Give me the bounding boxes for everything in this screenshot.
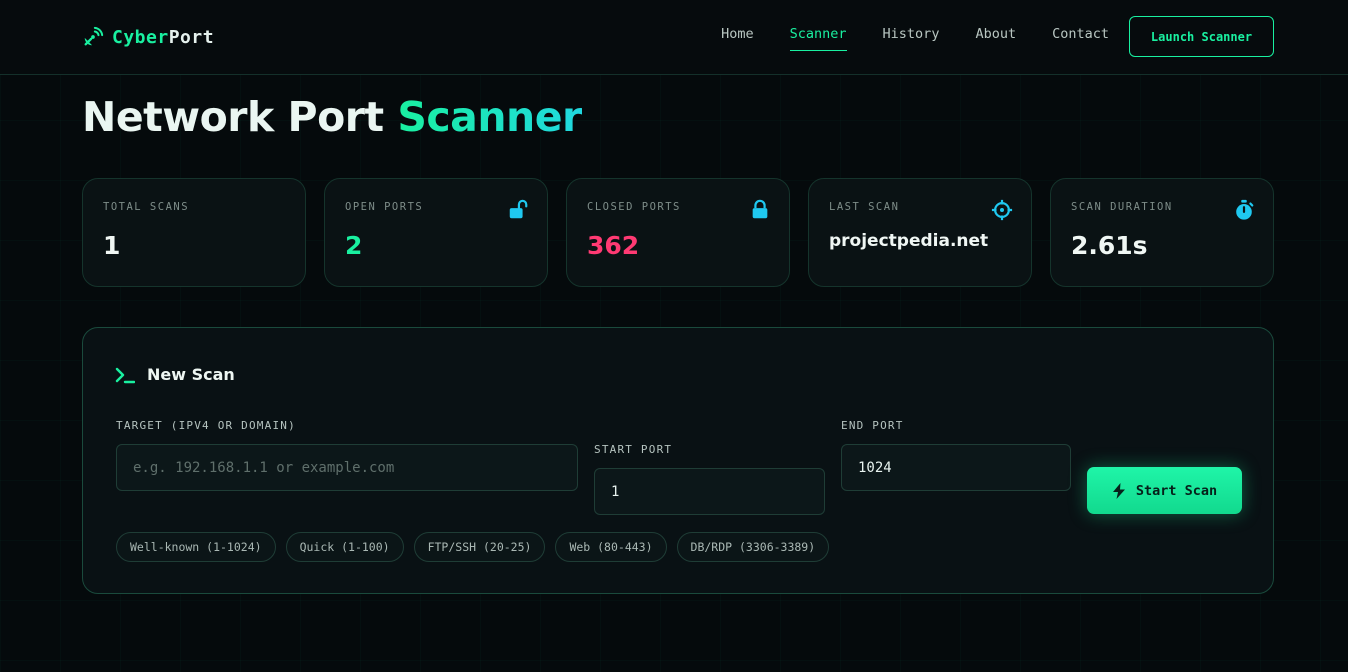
preset-well-known[interactable]: Well-known (1-1024) <box>116 532 276 562</box>
port-presets: Well-known (1-1024) Quick (1-100) FTP/SS… <box>116 532 830 562</box>
preset-db-rdp[interactable]: DB/RDP (3306-3389) <box>676 532 830 562</box>
stat-value: 362 <box>587 231 640 260</box>
new-scan-panel: New Scan TARGET (IPV4 OR DOMAIN) START P… <box>82 327 1274 594</box>
start-port-input[interactable] <box>594 468 825 515</box>
target-input[interactable] <box>116 444 578 491</box>
stat-card-scan-duration: SCAN DURATION 2.61s <box>1050 178 1274 287</box>
satellite-dish-icon <box>84 26 104 46</box>
stat-label: TOTAL SCANS <box>103 201 190 213</box>
brand-name: CyberPort <box>112 26 215 48</box>
stat-label: CLOSED PORTS <box>587 201 681 213</box>
lightning-icon <box>1112 482 1125 499</box>
end-port-input[interactable] <box>841 444 1071 491</box>
stat-card-total-scans: TOTAL SCANS 1 <box>82 178 306 287</box>
stat-value: projectpedia.net <box>829 231 989 251</box>
stat-value: 2.61s <box>1071 231 1148 260</box>
brand-logo[interactable]: CyberPort <box>82 24 214 50</box>
preset-ftp-ssh[interactable]: FTP/SSH (20-25) <box>413 532 546 562</box>
preset-web[interactable]: Web (80-443) <box>555 532 667 562</box>
stat-label: SCAN DURATION <box>1071 201 1173 213</box>
target-label: TARGET (IPV4 OR DOMAIN) <box>116 419 296 432</box>
nav-item-contact[interactable]: Contact <box>1052 26 1109 51</box>
end-port-label: END PORT <box>841 419 904 432</box>
crosshair-icon <box>991 199 1013 221</box>
launch-scanner-button[interactable]: Launch Scanner <box>1129 16 1274 57</box>
stat-card-closed-ports: CLOSED PORTS 362 <box>566 178 790 287</box>
panel-header: New Scan <box>115 365 235 384</box>
stat-label: OPEN PORTS <box>345 201 424 213</box>
stat-card-open-ports: OPEN PORTS 2 <box>324 178 548 287</box>
nav-item-home[interactable]: Home <box>721 26 754 51</box>
start-scan-label: Start Scan <box>1135 482 1218 499</box>
lock-icon <box>752 199 768 219</box>
page-title: Network Port Scanner <box>82 93 582 141</box>
nav-item-history[interactable]: History <box>883 26 940 51</box>
unlock-icon <box>509 199 528 219</box>
preset-quick[interactable]: Quick (1-100) <box>285 532 404 562</box>
nav-item-scanner[interactable]: Scanner <box>789 26 847 51</box>
start-scan-button[interactable]: Start Scan <box>1087 467 1242 514</box>
top-navbar: CyberPort Home Scanner History About Con… <box>0 0 1348 75</box>
stat-card-last-scan: LAST SCAN projectpedia.net <box>808 178 1032 287</box>
terminal-prompt-icon <box>115 367 135 383</box>
start-port-label: START PORT <box>594 443 673 456</box>
main-nav: Home Scanner History About Contact <box>721 26 1109 51</box>
stat-label: LAST SCAN <box>829 201 900 213</box>
panel-title: New Scan <box>147 365 235 384</box>
stat-value: 2 <box>345 231 363 260</box>
stat-value: 1 <box>103 231 121 260</box>
stopwatch-icon <box>1236 199 1254 220</box>
nav-item-about[interactable]: About <box>975 26 1016 51</box>
